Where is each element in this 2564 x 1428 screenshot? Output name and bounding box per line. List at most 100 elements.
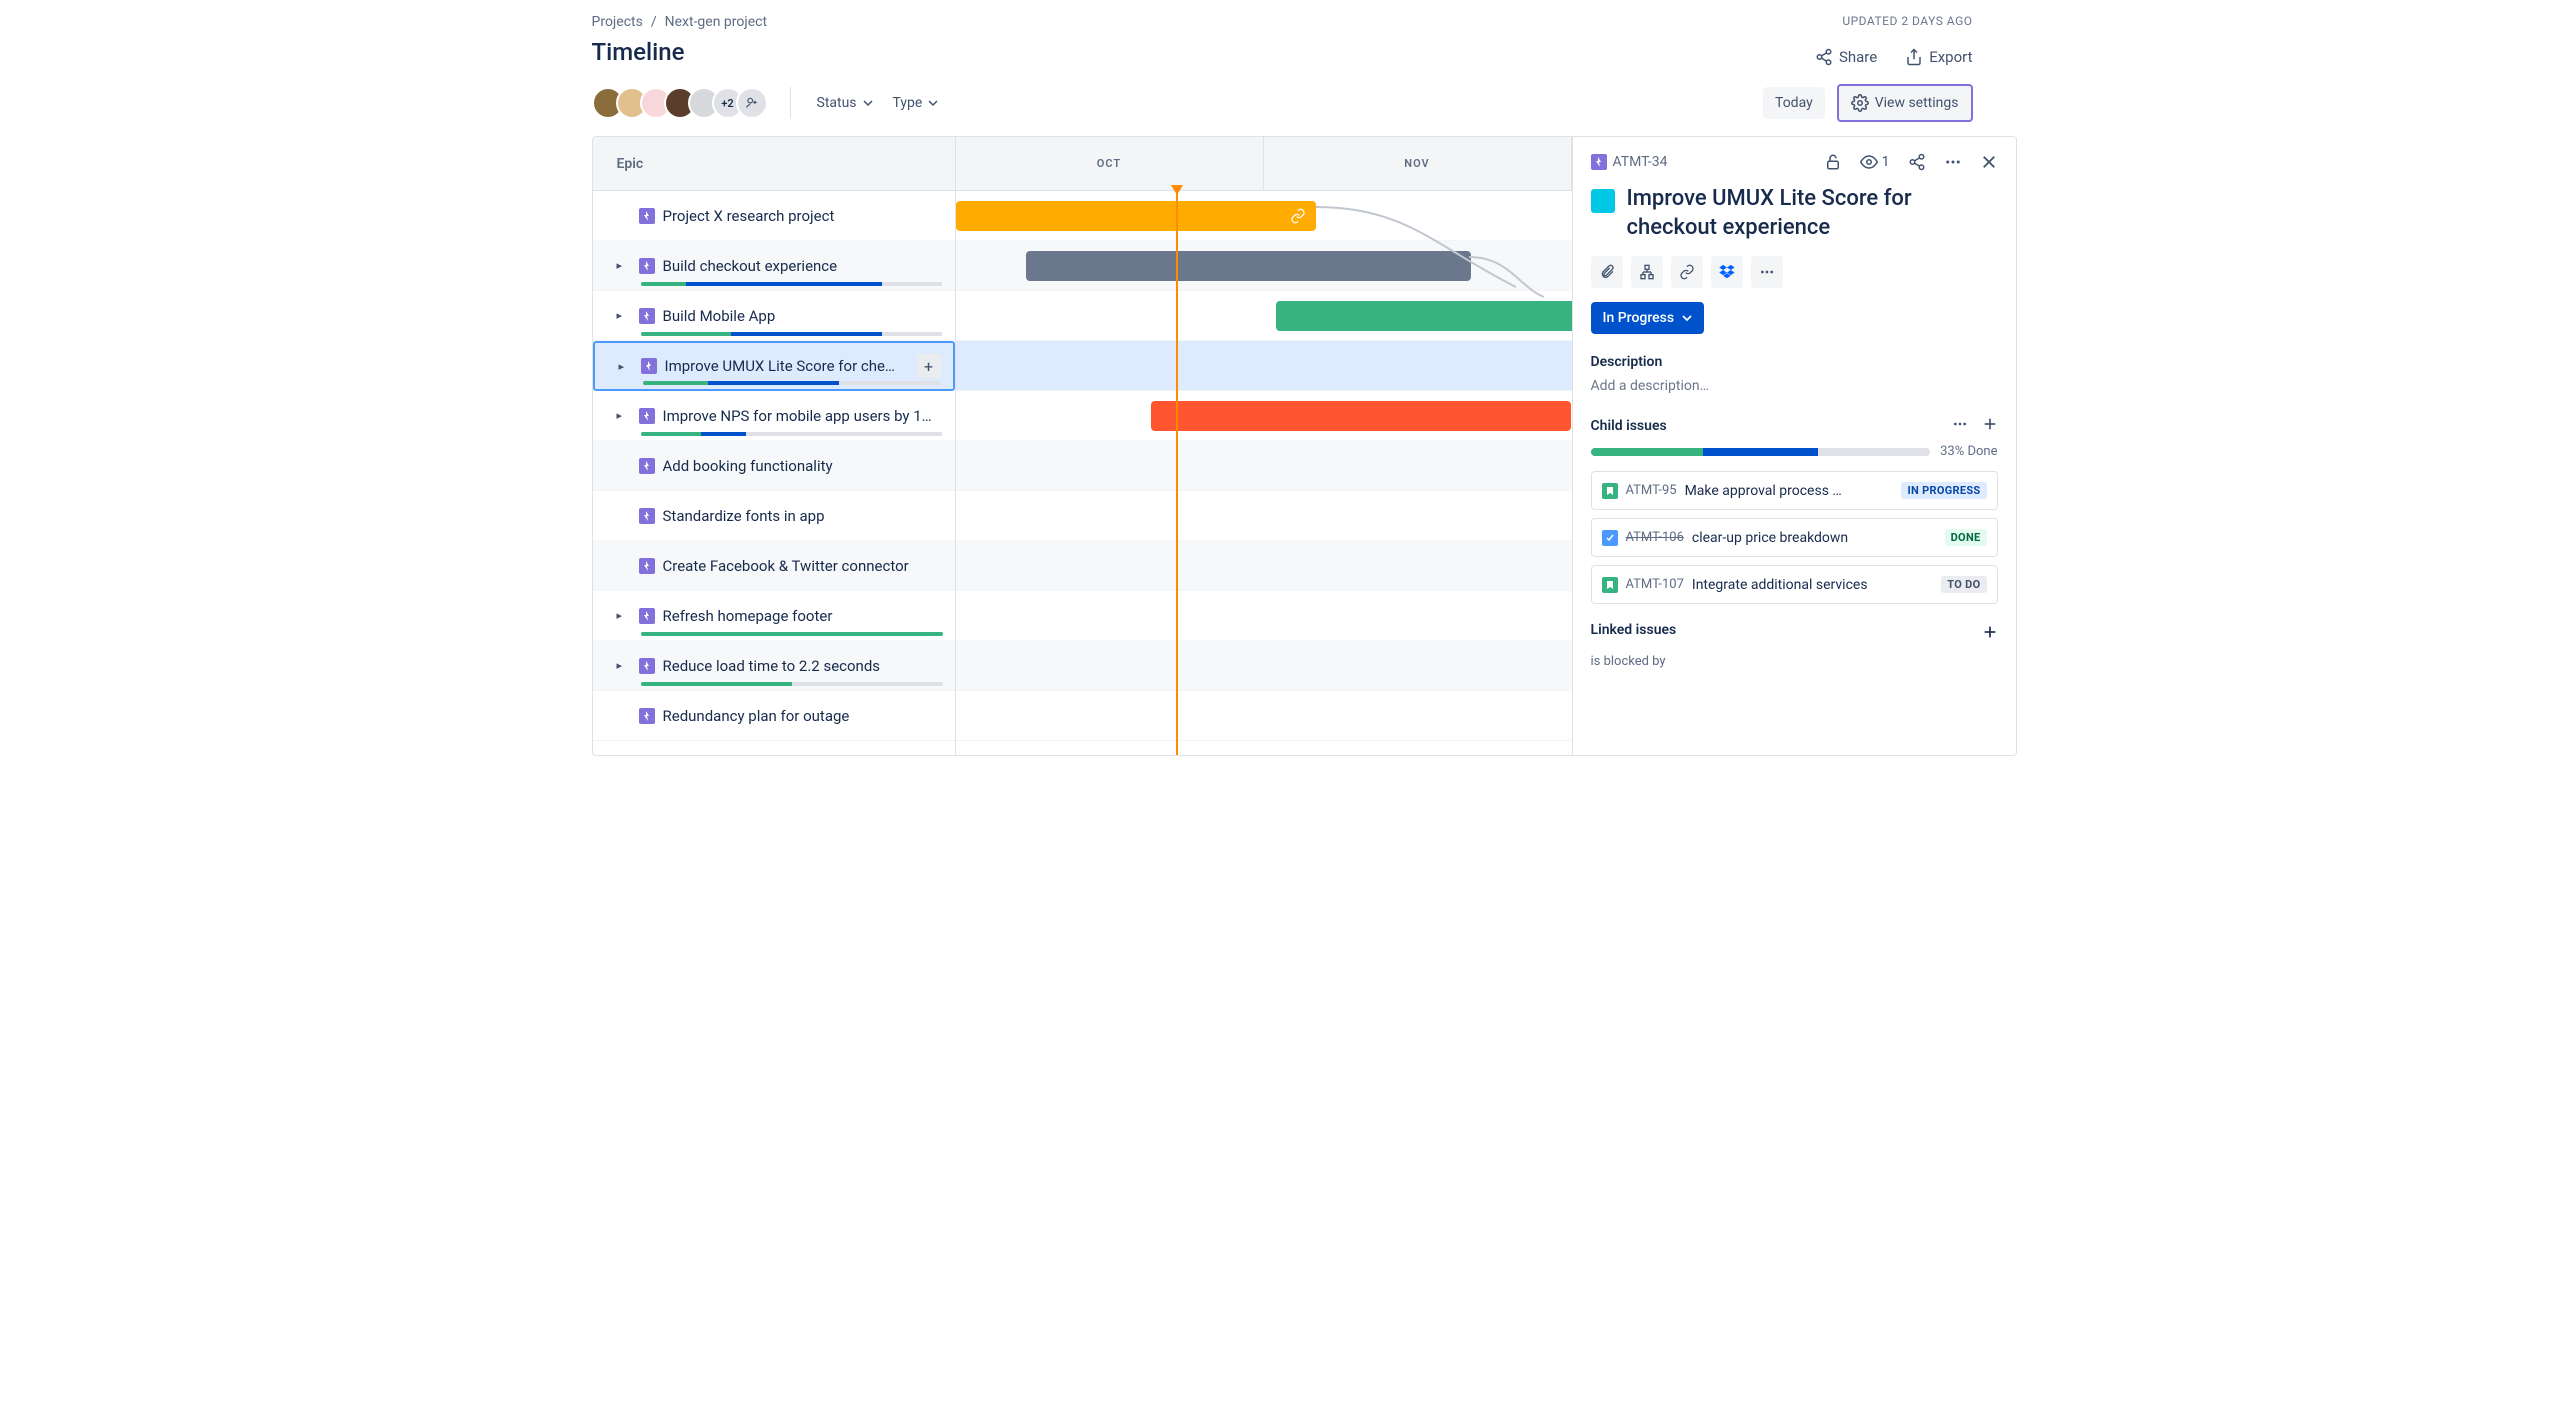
timeline-bar[interactable] (956, 201, 1316, 231)
add-child-button[interactable] (1631, 256, 1663, 288)
epic-title: Add booking functionality (663, 457, 943, 475)
timeline-lane[interactable] (956, 391, 1572, 441)
epic-icon (641, 358, 657, 374)
attach-button[interactable] (1591, 256, 1623, 288)
child-key[interactable]: ATMT-106 (1626, 530, 1684, 545)
type-filter[interactable]: Type (889, 89, 943, 117)
timeline-lane[interactable] (956, 641, 1572, 691)
epic-icon (639, 708, 655, 724)
chevron-right-icon[interactable]: ▸ (617, 609, 631, 622)
export-button[interactable]: Export (1905, 48, 1972, 66)
status-lozenge: IN PROGRESS (1901, 482, 1986, 499)
share-button[interactable]: Share (1815, 48, 1877, 66)
timeline-bar[interactable] (1151, 401, 1571, 431)
status-filter[interactable]: Status (813, 89, 877, 117)
story-icon (1602, 577, 1618, 593)
month-header: OCT (956, 137, 1264, 190)
updated-label: UPDATED 2 DAYS AGO (1842, 14, 1972, 28)
view-settings-button[interactable]: View settings (1837, 84, 1973, 122)
link-button[interactable] (1671, 256, 1703, 288)
epic-row[interactable]: Project X research project (593, 191, 955, 241)
status-lozenge: TO DO (1941, 576, 1986, 593)
issue-key-text: ATMT-34 (1613, 154, 1668, 170)
chevron-right-icon[interactable]: ▸ (617, 309, 631, 322)
watch-button[interactable]: 1 (1860, 153, 1890, 171)
epic-row[interactable]: Add booking functionality (593, 441, 955, 491)
watch-count: 1 (1882, 154, 1890, 170)
link-icon (1290, 208, 1306, 224)
epic-icon (639, 408, 655, 424)
divider (790, 87, 791, 119)
epic-progress (641, 632, 943, 636)
more-icon[interactable] (1944, 153, 1962, 171)
add-link-icon[interactable] (1982, 628, 1998, 644)
gear-icon (1851, 94, 1869, 112)
chevron-right-icon[interactable]: ▸ (619, 360, 633, 373)
child-issue-row[interactable]: ATMT-95Make approval process …IN PROGRES… (1591, 471, 1998, 510)
description-placeholder[interactable]: Add a description… (1591, 378, 1998, 394)
chevron-right-icon[interactable]: ▸ (617, 659, 631, 672)
timeline-bar[interactable] (1276, 301, 1572, 331)
chevron-right-icon[interactable]: ▸ (617, 259, 631, 272)
timeline-lane[interactable] (956, 541, 1572, 591)
epic-icon (639, 208, 655, 224)
epic-row[interactable]: Redundancy plan for outage (593, 691, 955, 741)
status-dropdown[interactable]: In Progress (1591, 302, 1705, 334)
timeline-lane[interactable] (956, 691, 1572, 741)
epic-title: Create Facebook & Twitter connector (663, 557, 943, 575)
timeline-lane[interactable] (956, 291, 1572, 341)
timeline-bar[interactable] (1026, 251, 1471, 281)
chevron-right-icon[interactable]: ▸ (617, 409, 631, 422)
timeline-lane[interactable] (956, 191, 1572, 241)
close-icon[interactable] (1980, 153, 1998, 171)
child-more-icon[interactable] (1952, 416, 1968, 436)
share-label: Share (1839, 48, 1877, 66)
chevron-down-icon (928, 98, 938, 108)
share-icon[interactable] (1908, 153, 1926, 171)
epic-title: Project X research project (663, 207, 943, 225)
today-button[interactable]: Today (1763, 87, 1825, 119)
epic-row[interactable]: ▸ Reduce load time to 2.2 seconds (593, 641, 955, 691)
epic-row[interactable]: Create Facebook & Twitter connector (593, 541, 955, 591)
add-issue-button[interactable]: + (917, 354, 941, 378)
child-issue-row[interactable]: ATMT-106clear-up price breakdownDONE (1591, 518, 1998, 557)
child-issues-heading: Child issues (1591, 418, 1667, 434)
epic-progress (641, 432, 943, 436)
timeline-lane[interactable] (956, 441, 1572, 491)
export-label: Export (1929, 48, 1972, 66)
epic-row[interactable]: ▸ Refresh homepage footer (593, 591, 955, 641)
issue-key[interactable]: ATMT-34 (1591, 154, 1668, 170)
epic-color-swatch[interactable] (1591, 189, 1615, 213)
timeline-lane[interactable] (956, 491, 1572, 541)
epic-column-header: Epic (593, 137, 955, 191)
unlock-icon[interactable] (1824, 153, 1842, 171)
epic-row[interactable]: ▸Build Mobile App (593, 291, 955, 341)
issue-title[interactable]: Improve UMUX Lite Score for checkout exp… (1627, 185, 1998, 242)
timeline-lane[interactable] (956, 341, 1572, 391)
add-child-icon[interactable] (1982, 416, 1998, 436)
timeline-lane[interactable] (956, 241, 1572, 291)
epic-icon (639, 558, 655, 574)
epic-progress (643, 381, 941, 385)
child-key[interactable]: ATMT-95 (1626, 483, 1677, 498)
page-title: Timeline (548, 30, 2017, 66)
dropbox-button[interactable] (1711, 256, 1743, 288)
avatar-add[interactable] (736, 87, 768, 119)
status-label: In Progress (1603, 310, 1675, 326)
epic-row[interactable]: ▸Improve NPS for mobile app users by 1… (593, 391, 955, 441)
child-issue-row[interactable]: ATMT-107Integrate additional servicesTO … (1591, 565, 1998, 604)
more-actions-button[interactable] (1751, 256, 1783, 288)
breadcrumb-current[interactable]: Next-gen project (665, 14, 767, 30)
child-progress-bar (1591, 448, 1931, 456)
timeline-lane[interactable] (956, 591, 1572, 641)
breadcrumb-separator: / (651, 14, 657, 30)
epic-title: Refresh homepage footer (663, 607, 943, 625)
chevron-down-icon (1682, 313, 1692, 323)
epic-row[interactable]: ▸Build checkout experience (593, 241, 955, 291)
epic-row[interactable]: ▸Improve UMUX Lite Score for che…+ (593, 341, 955, 391)
epic-row[interactable]: Standardize fonts in app (593, 491, 955, 541)
avatar-group: +2 (592, 87, 768, 119)
breadcrumb-projects[interactable]: Projects (592, 14, 643, 30)
child-key[interactable]: ATMT-107 (1626, 577, 1684, 592)
epic-title: Reduce load time to 2.2 seconds (663, 657, 943, 675)
